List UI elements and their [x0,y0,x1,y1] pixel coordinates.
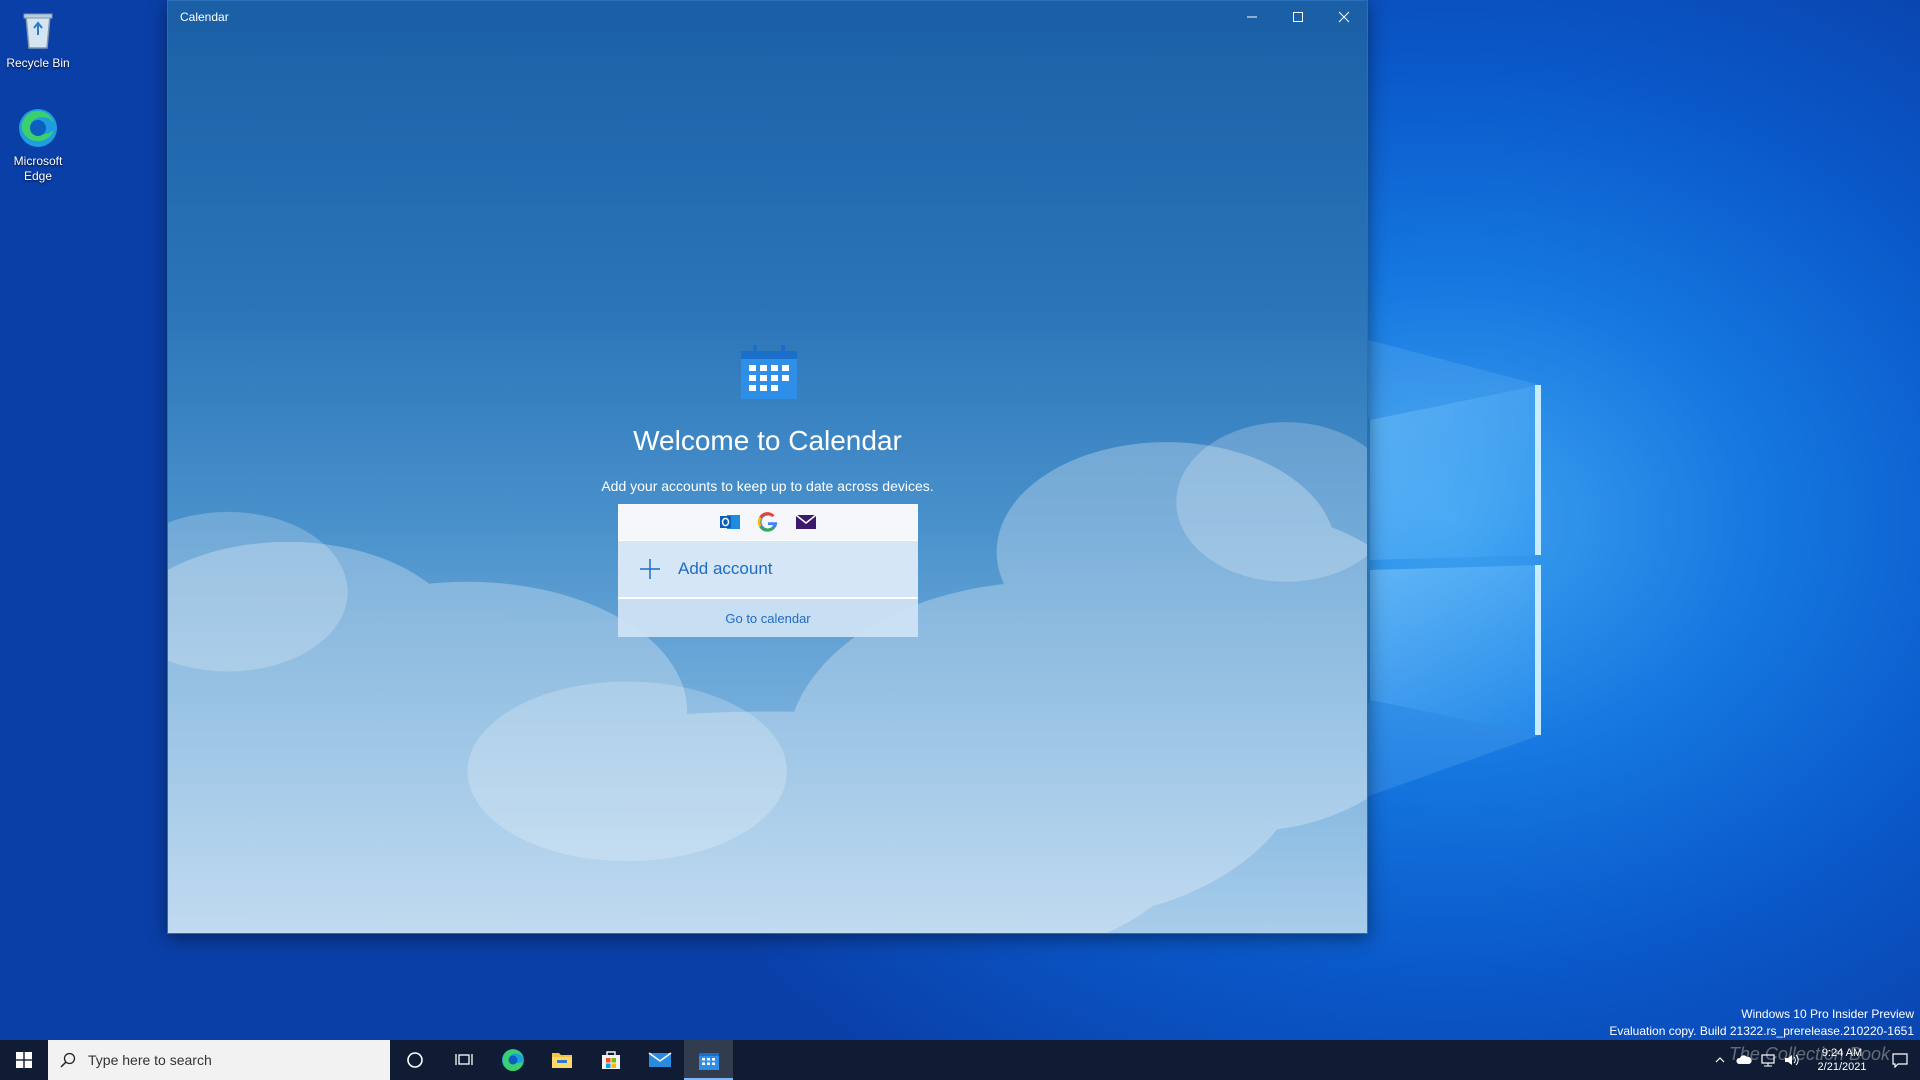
taskbar-store[interactable] [586,1040,635,1080]
chevron-up-icon [1715,1057,1725,1063]
close-button[interactable] [1321,1,1367,33]
desktop-icon-label: Microsoft Edge [13,154,63,183]
window-titlebar[interactable]: Calendar [168,1,1367,33]
window-title: Calendar [180,10,229,24]
taskbar-mail[interactable] [635,1040,684,1080]
go-to-calendar-button[interactable]: Go to calendar [618,597,918,637]
taskbar-edge[interactable] [488,1040,537,1080]
provider-icons-row [618,504,918,540]
desktop-icon-label: Recycle Bin [6,56,70,70]
calendar-client-area: Welcome to Calendar Add your accounts to… [168,33,1367,933]
maximize-button[interactable] [1275,1,1321,33]
account-card: Add account Go to calendar [618,504,918,637]
close-icon [1338,11,1350,23]
mail-icon [648,1052,671,1067]
overlay-watermark-text: The Collection Book [1728,1044,1890,1064]
notification-icon [1892,1053,1908,1068]
cortana-icon [406,1052,423,1068]
calendar-icon [698,1053,719,1070]
outlook-icon [720,515,740,529]
windows-start-icon [16,1052,32,1068]
calendar-window: Calendar Welcome to Calendar Add your ac… [167,0,1368,934]
search-placeholder: Type here to search [88,1052,212,1068]
taskbar-calendar[interactable] [684,1040,733,1080]
add-account-button[interactable]: Add account [618,540,918,597]
windows-wallpaper-logo [1330,330,1541,810]
taskbar-task-view[interactable] [439,1040,488,1080]
welcome-subtitle: Add your accounts to keep up to date acr… [601,478,934,494]
minimize-icon [1247,16,1257,18]
maximize-icon [1293,12,1303,22]
start-button[interactable] [0,1040,48,1080]
search-icon [60,1052,76,1068]
minimize-button[interactable] [1229,1,1275,33]
google-icon [758,512,778,532]
taskbar-file-explorer[interactable] [537,1040,586,1080]
edge-icon [501,1049,524,1071]
recycle-bin-icon [23,13,53,49]
welcome-title: Welcome to Calendar [633,425,902,456]
add-account-label: Add account [678,559,773,578]
windows-watermark: Windows 10 Pro Insider Preview Evaluatio… [1609,1006,1914,1040]
edge-icon [19,109,57,147]
mail-icon [796,514,816,529]
taskbar: Type here to search 9:24 AM 2/21/2021 [0,1040,1920,1080]
watermark-line1: Windows 10 Pro Insider Preview [1741,1007,1914,1021]
file-explorer-icon [551,1053,572,1068]
taskbar-search-box[interactable]: Type here to search [48,1040,390,1080]
task-view-icon [454,1054,473,1065]
taskbar-cortana[interactable] [390,1040,439,1080]
store-icon [601,1051,620,1069]
plus-icon [640,559,660,579]
desktop-icon-microsoft-edge[interactable]: Microsoft Edge [2,106,74,184]
watermark-line2: Evaluation copy. Build 21322.rs_prerelea… [1609,1024,1914,1038]
desktop-icon-recycle-bin[interactable]: Recycle Bin [2,8,74,71]
calendar-app-icon [741,345,797,399]
go-to-calendar-label: Go to calendar [725,610,811,626]
